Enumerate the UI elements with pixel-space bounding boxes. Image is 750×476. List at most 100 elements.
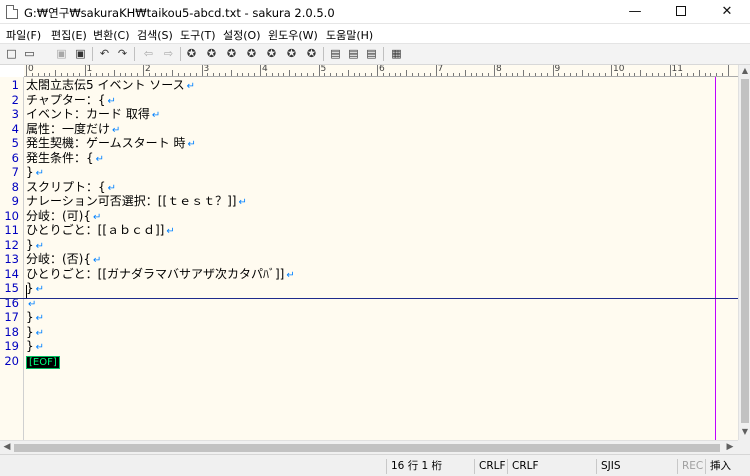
code-line: } ↵ (26, 238, 44, 253)
ruler-tick (125, 73, 127, 76)
outline-icon[interactable]: ▦ (388, 46, 405, 62)
ruler-tick (657, 73, 659, 76)
code-line: 属性：一度だけ ↵ (26, 122, 120, 137)
scroll-left-icon[interactable]: ◀ (1, 442, 13, 452)
save-as-icon[interactable]: ▣ (72, 46, 89, 62)
ruler-tick (224, 73, 226, 76)
close-button[interactable]: ✕ (704, 0, 750, 24)
code-line: スクリプト：{↵ (26, 180, 116, 195)
code-line-text: 発生条件：{ (26, 150, 94, 165)
code-line-text: } (26, 324, 34, 339)
ruler-tick (289, 70, 291, 76)
menu-convert[interactable]: 변환(C) (93, 27, 130, 43)
ruler-tick (692, 73, 694, 76)
menu-search[interactable]: 검색(S) (137, 27, 173, 43)
grep-icon[interactable]: ✪ (283, 46, 300, 62)
ruler-tick (429, 73, 431, 76)
search-mark-icon[interactable]: ✪ (243, 46, 260, 62)
code-line-text: 分岐：(否){ (26, 252, 91, 266)
ruler-tick (564, 73, 566, 76)
code-line-text: 分岐：(可){ (26, 208, 91, 223)
status-eol-file[interactable]: CRLF (507, 459, 593, 474)
eol-mark-icon: ↵ (286, 269, 295, 281)
vertical-scroll-thumb[interactable] (741, 79, 749, 423)
code-line: ひとりごと：[[ａｂｃｄ]] ↵ (26, 223, 175, 238)
eol-mark-icon: ↵ (28, 298, 37, 310)
menu-window[interactable]: 윈도우(W) (268, 27, 318, 43)
line-number: 20 (4, 353, 19, 368)
code-line: チャプター：{↵ (26, 93, 116, 108)
ruler-tick (646, 73, 648, 76)
line-number: 2 (11, 92, 19, 107)
tag-jump-icon[interactable]: ▤ (327, 46, 344, 62)
forward-icon[interactable]: ⇨ (160, 46, 177, 62)
eol-mark-icon: ↵ (35, 284, 45, 295)
ruler-tick (400, 73, 402, 76)
ruler-tick (318, 65, 320, 76)
code-line-text: スクリプト：{ (26, 179, 106, 194)
ruler-tick (687, 73, 689, 76)
code-line: } ↵ (26, 325, 44, 340)
scroll-down-icon[interactable]: ▼ (739, 427, 750, 436)
code-line-text: } (26, 237, 34, 252)
menu-edit[interactable]: 편집(E) (51, 27, 87, 43)
vertical-scrollbar[interactable]: ▲ ▼ (738, 65, 750, 440)
ruler-tick (119, 73, 121, 76)
status-eol-input[interactable]: CRLF (474, 459, 506, 474)
maximize-button[interactable] (658, 0, 704, 24)
minimize-button[interactable]: — (612, 0, 658, 24)
line-number: 10 (4, 208, 19, 223)
wrap-guide (715, 77, 716, 440)
line-number: 19 (4, 339, 19, 353)
menu-tools[interactable]: 도구(T) (180, 27, 216, 43)
menu-bar: 파일(F) 편집(E) 변환(C) 검색(S) 도구(T) 설정(O) 윈도우(… (0, 24, 750, 43)
status-encoding[interactable]: SJIS (596, 459, 676, 474)
save-icon[interactable]: ▣ (53, 46, 70, 62)
scroll-right-icon[interactable]: ▶ (724, 442, 736, 452)
ruler-tick (312, 73, 314, 76)
search-prev-icon[interactable]: ✪ (203, 46, 220, 62)
undo-icon[interactable]: ↶ (96, 46, 113, 62)
ruler-tick (728, 65, 729, 76)
ruler-tick (43, 73, 45, 76)
ruler-tick (412, 73, 414, 76)
tag-back-icon[interactable]: ▤ (345, 46, 362, 62)
redo-icon[interactable]: ↷ (114, 46, 131, 62)
menu-help[interactable]: 도움말(H) (326, 27, 373, 43)
code-line: 太閤立志伝5 イベント ソース ↵ (26, 78, 195, 93)
replace-icon[interactable]: ✪ (263, 46, 280, 62)
ruler-tick (26, 65, 27, 76)
code-line-text: 発生契機：ゲームスタート 時 (26, 136, 186, 150)
toolbar: □ ▭ ▣ ▣ ↶ ↷ ⇦ ⇨ ✪ ✪ ✪ ✪ ✪ ✪ ✪ ▤ ▤ ▤ ▦ (0, 43, 750, 65)
search-next-icon[interactable]: ✪ (223, 46, 240, 62)
line-number: 17 (4, 310, 19, 324)
status-insert-mode[interactable]: 挿入 (705, 459, 737, 474)
ruler-tick (453, 73, 455, 76)
search-icon[interactable]: ✪ (183, 46, 200, 62)
ruler-tick (213, 73, 215, 76)
menu-file[interactable]: 파일(F) (6, 27, 41, 43)
horizontal-scrollbar[interactable]: ◀ ▶ (0, 440, 738, 454)
scroll-up-icon[interactable]: ▲ (739, 66, 750, 75)
line-number: 5 (11, 136, 19, 150)
ruler-label: 0 (28, 65, 34, 74)
ruler-tick (464, 70, 466, 76)
ruler-tick (242, 73, 244, 76)
ruler-label: 5 (320, 65, 327, 74)
back-icon[interactable]: ⇦ (140, 46, 157, 62)
new-file-icon[interactable]: □ (3, 46, 20, 62)
macro-run-icon[interactable]: ▤ (363, 46, 380, 62)
horizontal-scroll-thumb[interactable] (14, 444, 720, 452)
ruler-tick (447, 73, 449, 76)
ruler-tick (494, 65, 495, 76)
minimize-icon: — (628, 4, 642, 19)
open-folder-icon[interactable]: ▭ (21, 46, 38, 62)
menu-settings[interactable]: 설정(O) (223, 27, 260, 43)
status-cursor-position: 16 行 1 桁 (386, 459, 470, 474)
ruler-tick (581, 70, 583, 76)
code-line-text: チャプター：{ (26, 92, 106, 107)
ruler-tick (523, 70, 525, 76)
clear-mark-icon[interactable]: ✪ (303, 46, 320, 62)
ruler-tick (107, 73, 109, 76)
editor-area[interactable]: 1 2 3 4 5 6 7 8 9 10 11 12 13 14 15 16 17 18 19 20 太閤立志伝5 イ… (0, 77, 738, 440)
